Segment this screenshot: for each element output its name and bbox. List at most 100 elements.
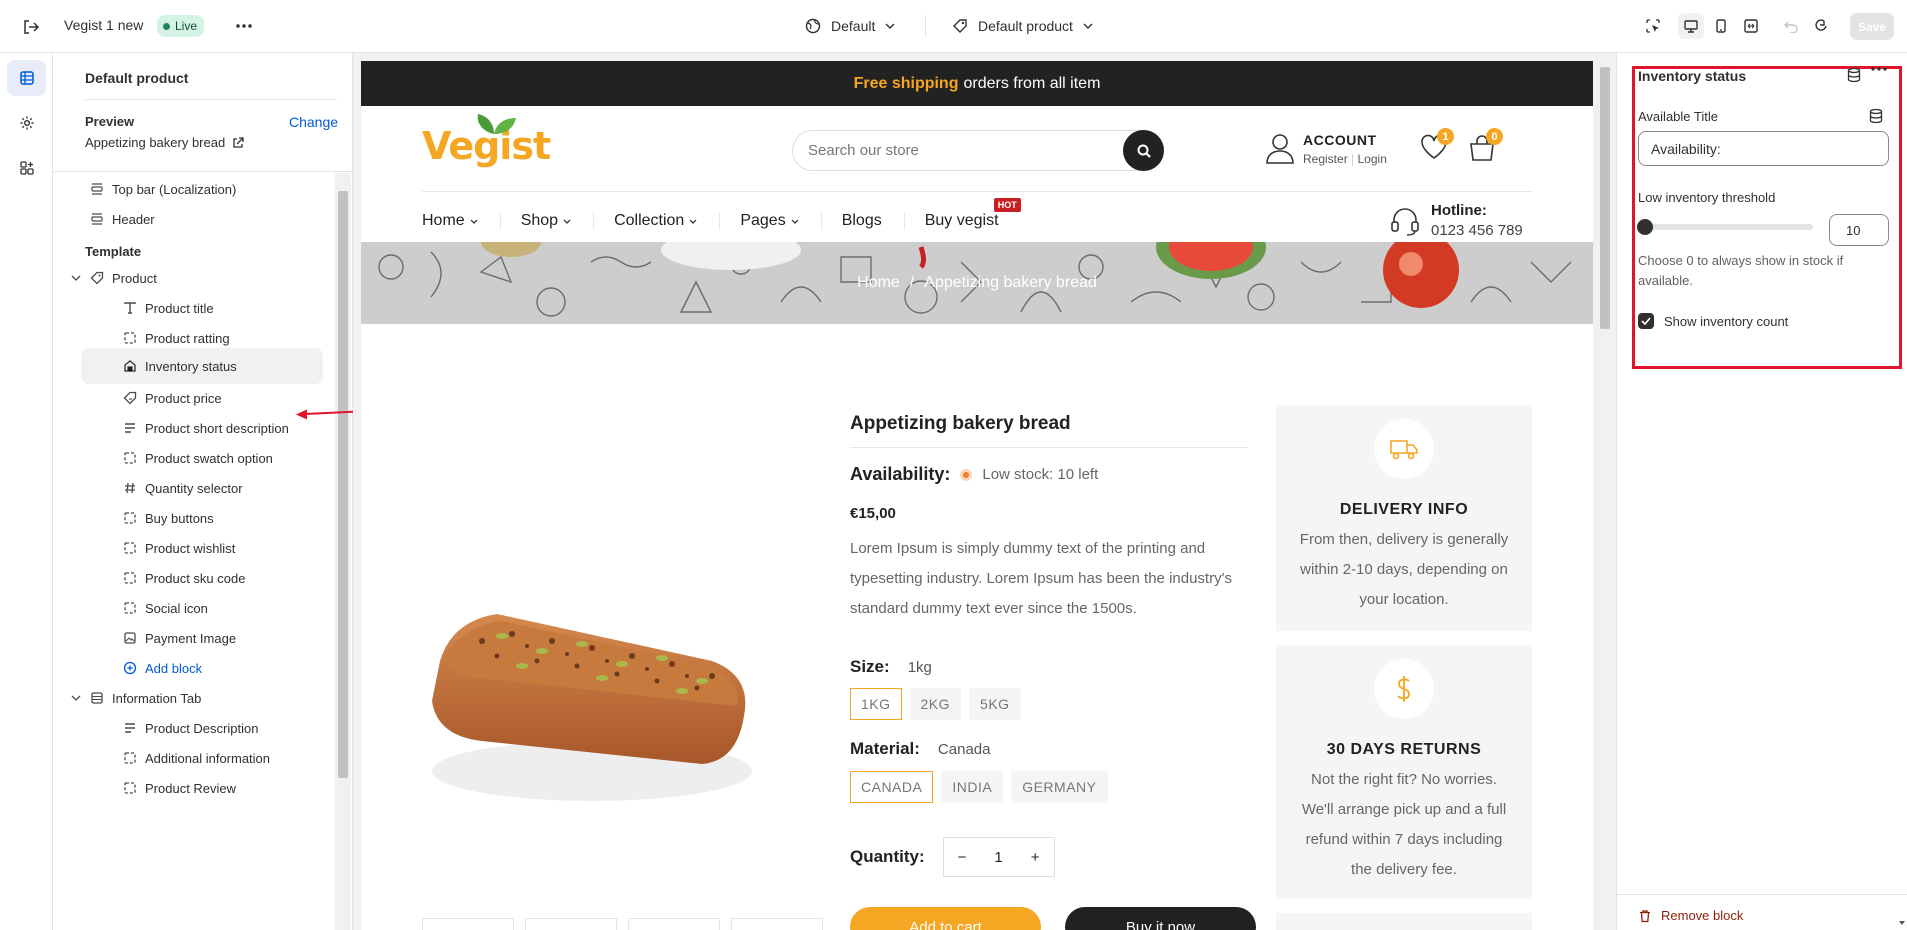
wishlist-button[interactable]: 1 bbox=[1420, 128, 1454, 160]
account-block[interactable]: ACCOUNT Register | Login bbox=[1265, 132, 1387, 166]
material-swatch[interactable]: CANADA bbox=[850, 771, 934, 803]
block-item-product-review[interactable]: Product Review bbox=[53, 770, 335, 806]
divider bbox=[850, 447, 1247, 448]
quantity-increase-button[interactable]: + bbox=[1031, 849, 1040, 866]
panel-scroll-arrow[interactable] bbox=[1897, 898, 1907, 930]
leaf-logo-icon bbox=[477, 114, 516, 134]
save-button[interactable]: Save bbox=[1850, 13, 1894, 40]
block-icon bbox=[122, 510, 138, 526]
headset-icon bbox=[1389, 205, 1421, 237]
block-item-label: Product price bbox=[145, 390, 222, 406]
trash-icon bbox=[1638, 909, 1652, 923]
product-image[interactable] bbox=[422, 566, 752, 826]
full-width-button[interactable] bbox=[1738, 13, 1764, 39]
breadcrumb-home-link[interactable]: Home bbox=[857, 274, 900, 292]
returns-card: 30 DAYS RETURNS Not the right fit? No wo… bbox=[1276, 645, 1532, 899]
quantity-value[interactable]: 1 bbox=[994, 849, 1002, 866]
material-swatch[interactable]: INDIA bbox=[941, 771, 1004, 803]
insert-dynamic-source-button[interactable] bbox=[1869, 108, 1883, 124]
block-item-label: Product ratting bbox=[145, 330, 230, 346]
block-item-label: Additional information bbox=[145, 750, 271, 766]
search-button[interactable] bbox=[1123, 130, 1164, 171]
quantity-decrease-button[interactable]: − bbox=[958, 849, 967, 866]
inspector-button[interactable] bbox=[1640, 13, 1666, 39]
threshold-help-text: Choose 0 to always show in stock if avai… bbox=[1638, 253, 1844, 288]
exit-icon bbox=[22, 18, 40, 36]
section-icon bbox=[89, 211, 105, 227]
threshold-value-input[interactable]: 10 bbox=[1829, 214, 1889, 246]
thumbnail[interactable] bbox=[422, 918, 514, 930]
nav-collection[interactable]: Collection bbox=[614, 212, 721, 230]
desktop-view-button[interactable] bbox=[1678, 13, 1704, 39]
section-item-header[interactable]: Header bbox=[53, 201, 335, 237]
editor-top-bar: Vegist 1 new Live Default Default produc… bbox=[0, 0, 1907, 53]
product-selector-label: Default product bbox=[978, 18, 1073, 34]
undo-button[interactable] bbox=[1778, 13, 1804, 39]
remove-block-button[interactable]: Remove block bbox=[1638, 908, 1743, 923]
block-icon bbox=[122, 540, 138, 556]
mobile-view-button[interactable] bbox=[1708, 13, 1734, 39]
thumbnail[interactable] bbox=[525, 918, 617, 930]
login-link[interactable]: Login bbox=[1358, 152, 1387, 166]
size-swatch[interactable]: 1KG bbox=[850, 688, 902, 720]
hot-badge: HOT bbox=[993, 198, 1021, 212]
block-item-label: Product title bbox=[145, 300, 214, 316]
settings-more-button[interactable] bbox=[1871, 67, 1887, 71]
nav-home[interactable]: Home bbox=[422, 212, 501, 230]
sections-button[interactable] bbox=[7, 60, 46, 96]
block-item-label: Social icon bbox=[145, 600, 208, 616]
block-icon bbox=[122, 600, 138, 616]
quantity-stepper[interactable]: − 1 + bbox=[942, 837, 1055, 877]
section-item-label: Header bbox=[112, 211, 155, 227]
product-price: €15,00 bbox=[850, 505, 896, 522]
preview-value[interactable]: Appetizing bakery bread bbox=[85, 135, 244, 150]
apps-button[interactable] bbox=[7, 150, 46, 186]
dynamic-source-button[interactable] bbox=[1847, 67, 1861, 83]
block-icon bbox=[122, 570, 138, 586]
size-swatch[interactable]: 5KG bbox=[969, 688, 1021, 720]
product-selector[interactable]: Default product bbox=[952, 14, 1093, 38]
store-search-input[interactable]: Search our store bbox=[792, 130, 1164, 171]
more-actions-button[interactable] bbox=[233, 14, 255, 38]
nav-shop[interactable]: Shop bbox=[521, 212, 595, 230]
material-swatch[interactable]: GERMANY bbox=[1011, 771, 1108, 803]
settings-button[interactable] bbox=[7, 105, 46, 141]
size-swatch[interactable]: 2KG bbox=[909, 688, 962, 720]
add-to-cart-button[interactable]: Add to cart bbox=[850, 907, 1041, 930]
chevron-down-icon[interactable] bbox=[69, 695, 83, 701]
cart-button[interactable]: 0 bbox=[1468, 128, 1503, 162]
globe-icon bbox=[805, 18, 821, 34]
template-selector[interactable]: Default bbox=[805, 14, 895, 38]
nav-pages[interactable]: Pages bbox=[740, 212, 822, 230]
register-link[interactable]: Register bbox=[1303, 152, 1348, 166]
live-dot bbox=[163, 22, 170, 30]
quantity-selector: Quantity: − 1 + bbox=[850, 837, 1055, 877]
store-logo[interactable]: Vegist bbox=[422, 114, 551, 168]
cart-count: 0 bbox=[1486, 128, 1503, 145]
database-icon bbox=[1869, 108, 1883, 124]
scrollbar-thumb[interactable] bbox=[338, 191, 348, 778]
threshold-slider-handle[interactable] bbox=[1637, 219, 1653, 235]
thumbnail[interactable] bbox=[628, 918, 720, 930]
redo-button[interactable] bbox=[1808, 13, 1834, 39]
nav-buy-vegist[interactable]: Buy vegist HOT bbox=[925, 198, 1021, 230]
search-placeholder: Search our store bbox=[808, 142, 919, 159]
buy-now-button[interactable]: Buy it now bbox=[1065, 907, 1256, 930]
chevron-down-icon bbox=[1083, 23, 1093, 29]
available-title-input[interactable]: Availability: bbox=[1638, 131, 1889, 166]
thumbnail[interactable] bbox=[731, 918, 823, 930]
remove-block-label: Remove block bbox=[1661, 908, 1744, 923]
show-inventory-count-checkbox[interactable]: Show inventory count bbox=[1638, 313, 1788, 329]
threshold-slider[interactable] bbox=[1638, 224, 1813, 230]
redo-icon bbox=[1814, 19, 1828, 33]
exit-button[interactable] bbox=[18, 14, 44, 40]
chevron-down-icon bbox=[791, 219, 799, 224]
chevron-down-icon[interactable] bbox=[69, 275, 83, 281]
nav-blogs[interactable]: Blogs bbox=[842, 212, 905, 230]
apps-icon bbox=[19, 160, 35, 176]
preview-scrollbar-thumb[interactable] bbox=[1600, 67, 1610, 329]
nav-label: Collection bbox=[614, 212, 685, 229]
preview-label: Preview bbox=[85, 114, 135, 129]
block-item-inventory-status[interactable]: Inventory status bbox=[81, 348, 323, 384]
change-preview-link[interactable]: Change bbox=[289, 114, 338, 130]
